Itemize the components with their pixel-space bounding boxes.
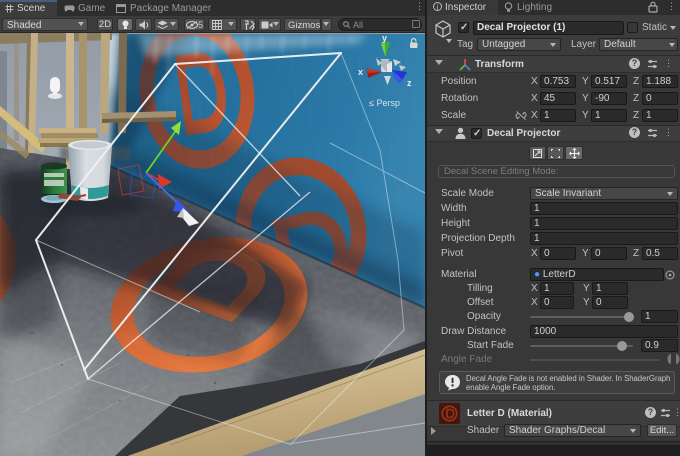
svg-text:y: y bbox=[382, 33, 387, 43]
svg-text:x: x bbox=[358, 67, 363, 77]
svg-text:≤ Persp: ≤ Persp bbox=[369, 98, 400, 108]
svg-text:z: z bbox=[407, 78, 412, 88]
